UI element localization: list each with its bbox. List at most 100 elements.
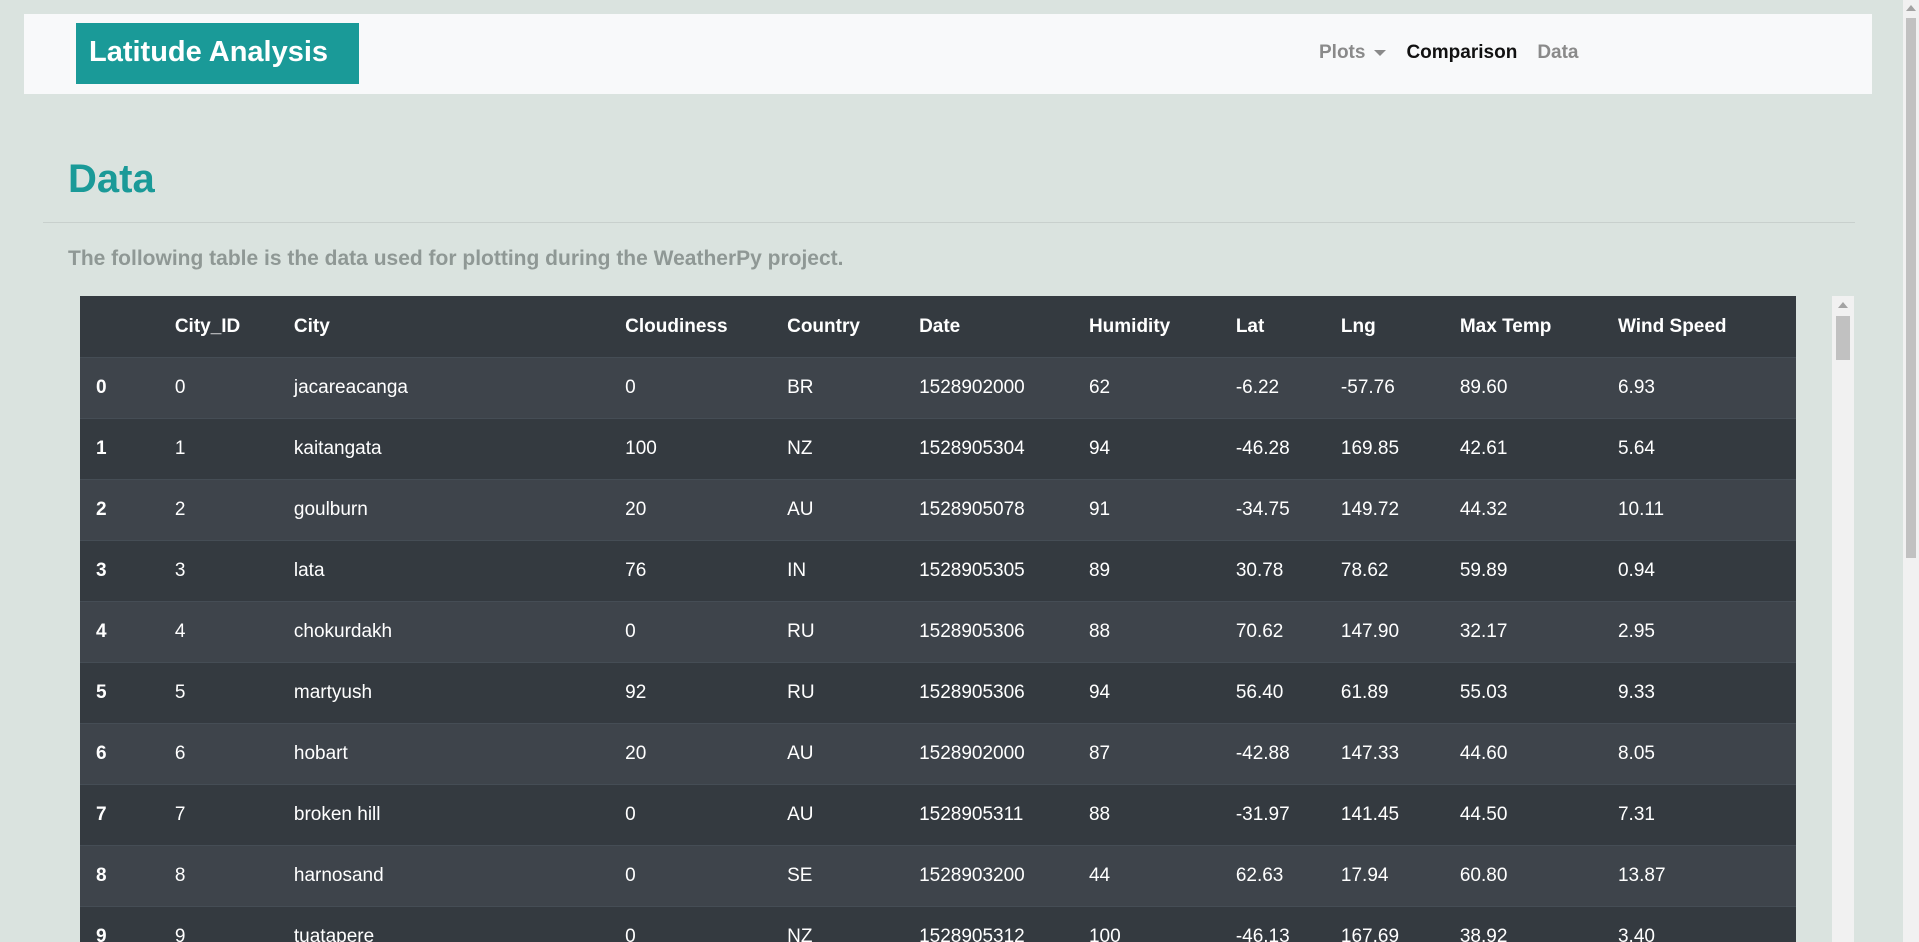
table-cell: broken hill [293, 784, 626, 846]
table-cell: 13.87 [1617, 845, 1796, 907]
table-cell: RU [787, 662, 920, 724]
table-cell: 9 [174, 906, 294, 942]
table-cell: 7 [174, 784, 294, 846]
table-cell: 44 [1088, 845, 1236, 907]
table-row: 4 4 chokurdakh 0 RU 1528905306 88 70.62 147.90 32… [80, 601, 1796, 663]
table-cell: tuatapere [293, 906, 626, 942]
table-cell: 44.60 [1459, 723, 1618, 785]
table-row: 7 7 broken hill 0 AU 1528905311 88 -31.97 141.45… [80, 784, 1796, 846]
table-cell: BR [787, 357, 920, 419]
table-cell: 147.33 [1340, 723, 1460, 785]
table-row: 9 9 tuatapere 0 NZ 1528905312 100 -46.13 167.69 3… [80, 906, 1796, 942]
column-header: Country [787, 296, 920, 358]
table-row: 3 3 lata 76 IN 1528905305 89 30.78 78.62 59.89 0.9… [80, 540, 1796, 602]
table-cell: 89 [1088, 540, 1236, 602]
row-index: 9 [80, 906, 175, 942]
table-cell: hobart [293, 723, 626, 785]
column-header: Max Temp [1459, 296, 1618, 358]
column-header: City_ID [174, 296, 294, 358]
table-cell: 2.95 [1617, 601, 1796, 663]
data-table-container[interactable]: City_ID City Cloudiness Country Date Humidity… [80, 296, 1796, 942]
column-header [80, 296, 175, 358]
window-scroll-up-arrow-icon[interactable] [1906, 5, 1916, 11]
table-cell: 42.61 [1459, 418, 1618, 480]
row-index: 1 [80, 418, 175, 480]
nav-item-comparison-label: Comparison [1406, 42, 1518, 63]
table-cell: 0 [625, 906, 788, 942]
table-cell: 70.62 [1235, 601, 1341, 663]
table-header-row: City_ID City Cloudiness Country Date Humidity… [80, 296, 1796, 358]
nav-item-data-label: Data [1537, 42, 1579, 63]
nav-item-comparison[interactable]: Comparison [1406, 42, 1517, 64]
table-cell: 3 [174, 540, 294, 602]
table-cell: 5.64 [1617, 418, 1796, 480]
table-cell: AU [787, 479, 920, 541]
row-index: 6 [80, 723, 175, 785]
table-cell: -34.75 [1235, 479, 1341, 541]
row-index: 3 [80, 540, 175, 602]
table-cell: RU [787, 601, 920, 663]
table-cell: 0 [625, 845, 788, 907]
table-cell: martyush [293, 662, 626, 724]
table-cell: 59.89 [1459, 540, 1618, 602]
divider [43, 222, 1855, 223]
table-cell: 7.31 [1617, 784, 1796, 846]
table-cell: 94 [1088, 418, 1236, 480]
nav-item-plots[interactable]: Plots [1319, 42, 1387, 64]
table-cell: NZ [787, 418, 920, 480]
table-cell: 8 [174, 845, 294, 907]
scroll-thumb[interactable] [1836, 316, 1850, 360]
table-cell: chokurdakh [293, 601, 626, 663]
table-cell: 100 [625, 418, 788, 480]
table-cell: 17.94 [1340, 845, 1460, 907]
navbar: Latitude Analysis Plots Comparison Data [24, 14, 1872, 94]
table-cell: 1528905078 [919, 479, 1089, 541]
column-header: City [293, 296, 626, 358]
table-cell: 4 [174, 601, 294, 663]
table-cell: NZ [787, 906, 920, 942]
column-header: Humidity [1088, 296, 1236, 358]
table-scrollbar[interactable] [1832, 296, 1854, 942]
page-title: Data [68, 157, 155, 201]
table-cell: 1528905305 [919, 540, 1089, 602]
window-scroll-thumb[interactable] [1906, 18, 1916, 558]
table-cell: goulburn [293, 479, 626, 541]
table-cell: 147.90 [1340, 601, 1460, 663]
row-index: 2 [80, 479, 175, 541]
table-cell: 20 [625, 479, 788, 541]
table-cell: -46.13 [1235, 906, 1341, 942]
table-cell: 78.62 [1340, 540, 1460, 602]
table-cell: 1528905306 [919, 662, 1089, 724]
table-cell: 87 [1088, 723, 1236, 785]
page: Latitude Analysis Plots Comparison Data … [0, 0, 1919, 942]
table-cell: 141.45 [1340, 784, 1460, 846]
data-table: City_ID City Cloudiness Country Date Humidity… [80, 296, 1796, 942]
table-cell: 0.94 [1617, 540, 1796, 602]
nav-item-data[interactable]: Data [1537, 42, 1578, 64]
table-cell: 44.50 [1459, 784, 1618, 846]
table-cell: 88 [1088, 784, 1236, 846]
table-cell: 94 [1088, 662, 1236, 724]
table-cell: -57.76 [1340, 357, 1460, 419]
table-cell: 149.72 [1340, 479, 1460, 541]
table-cell: AU [787, 784, 920, 846]
table-cell: 20 [625, 723, 788, 785]
brand-logo[interactable]: Latitude Analysis [76, 23, 359, 84]
column-header: Cloudiness [625, 296, 788, 358]
table-cell: 8.05 [1617, 723, 1796, 785]
table-row: 8 8 harnosand 0 SE 1528903200 44 62.63 17.94 60.8… [80, 845, 1796, 907]
table-cell: 9.33 [1617, 662, 1796, 724]
table-cell: IN [787, 540, 920, 602]
window-scrollbar[interactable] [1903, 0, 1919, 942]
table-cell: AU [787, 723, 920, 785]
table-row: 1 1 kaitangata 100 NZ 1528905304 94 -46.28 169.8… [80, 418, 1796, 480]
nav-menu: Plots Comparison Data [1319, 42, 1579, 64]
table-cell: -31.97 [1235, 784, 1341, 846]
table-cell: 56.40 [1235, 662, 1341, 724]
caret-down-icon [1374, 50, 1387, 56]
table-cell: 6 [174, 723, 294, 785]
row-index: 0 [80, 357, 175, 419]
table-cell: 32.17 [1459, 601, 1618, 663]
scroll-up-arrow-icon[interactable] [1838, 302, 1848, 308]
table-cell: -42.88 [1235, 723, 1341, 785]
